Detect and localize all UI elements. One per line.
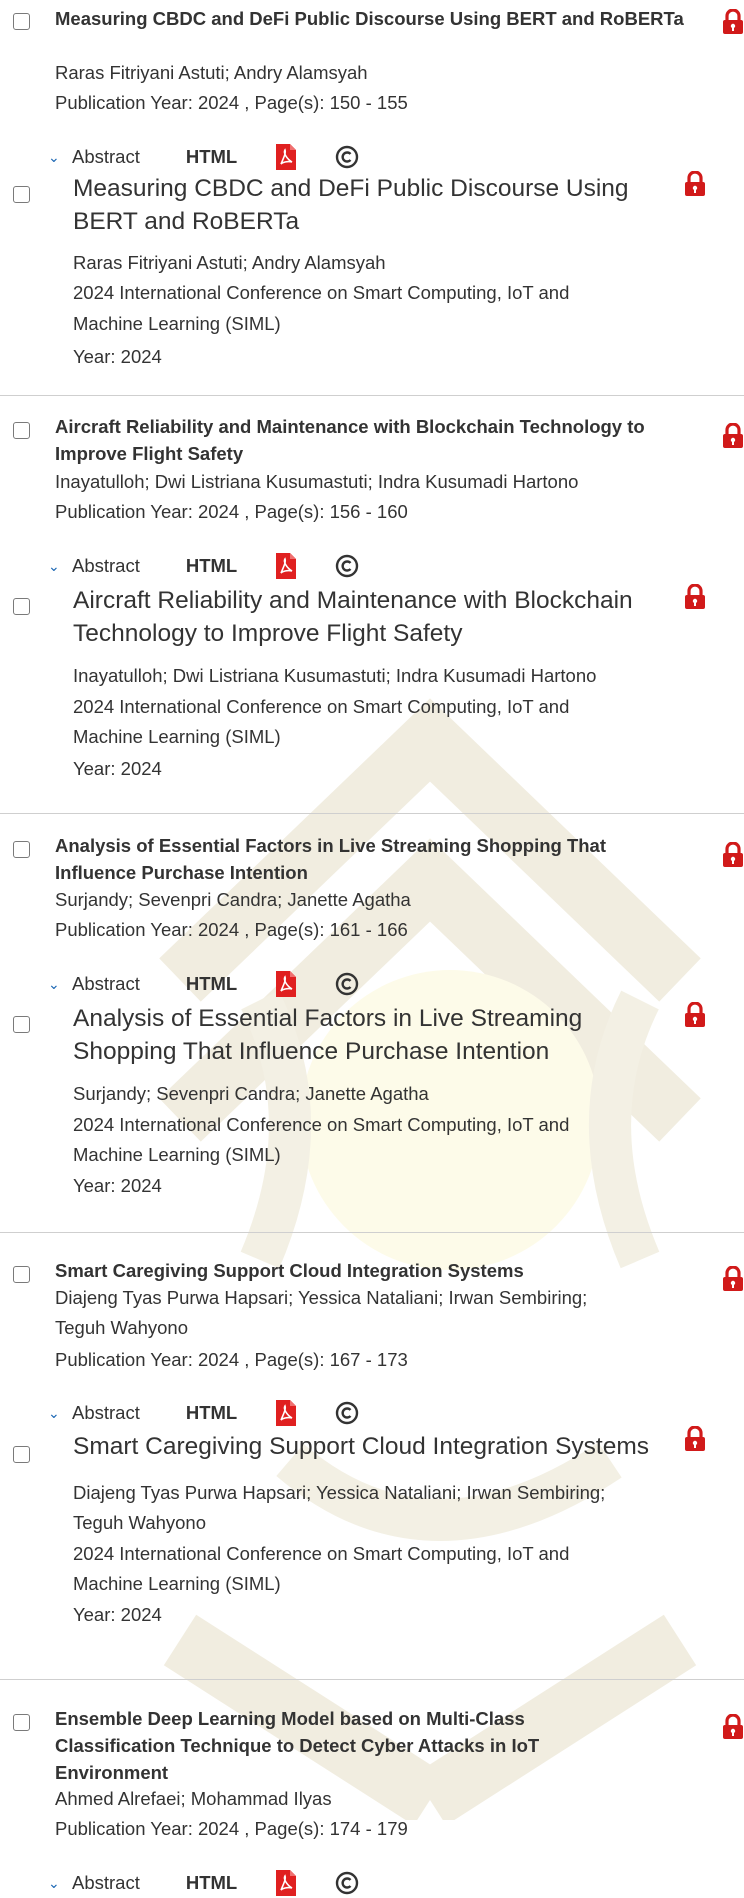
select-checkbox[interactable] xyxy=(13,422,30,439)
conference-name[interactable]: 2024 International Conference on Smart C… xyxy=(73,278,569,308)
result-title-link[interactable]: Analysis of Essential Factors in Live St… xyxy=(55,832,685,886)
result-item: Ensemble Deep Learning Model based on Mu… xyxy=(0,1680,744,1896)
authors-cont[interactable]: Teguh Wahyono xyxy=(55,1313,188,1343)
result-title-link[interactable]: Aircraft Reliability and Maintenance wit… xyxy=(55,413,685,467)
result-item: Smart Caregiving Support Cloud Integrati… xyxy=(0,1233,744,1680)
copyright-icon[interactable] xyxy=(335,972,359,996)
lock-icon xyxy=(685,1426,705,1451)
lock-icon xyxy=(723,423,743,448)
action-bar: ⌄ Abstract HTML xyxy=(48,1398,359,1428)
conference-name[interactable]: 2024 International Conference on Smart C… xyxy=(73,1110,569,1140)
html-link[interactable]: HTML xyxy=(186,555,237,577)
lock-icon xyxy=(723,9,743,34)
year: Year: 2024 xyxy=(73,346,162,367)
result-item: Aircraft Reliability and Maintenance wit… xyxy=(0,396,744,814)
authors[interactable]: Raras Fitriyani Astuti; Andry Alamsyah xyxy=(73,248,386,278)
lock-icon xyxy=(685,584,705,609)
select-checkbox[interactable] xyxy=(13,1714,30,1731)
authors[interactable]: Surjandy; Sevenpri Candra; Janette Agath… xyxy=(73,1079,429,1109)
copyright-icon[interactable] xyxy=(335,145,359,169)
lock-icon xyxy=(685,1002,705,1027)
authors[interactable]: Diajeng Tyas Purwa Hapsari; Yessica Nata… xyxy=(55,1283,587,1313)
chevron-down-icon[interactable]: ⌄ xyxy=(48,1875,64,1892)
result-item: Measuring CBDC and DeFi Public Discourse… xyxy=(0,0,744,396)
conference-name[interactable]: 2024 International Conference on Smart C… xyxy=(73,1539,569,1569)
result-item: Analysis of Essential Factors in Live St… xyxy=(0,814,744,1233)
publication-info: Publication Year: 2024 , Page(s): 156 - … xyxy=(55,501,408,522)
pdf-icon[interactable] xyxy=(275,1869,297,1897)
pdf-icon[interactable] xyxy=(275,970,297,998)
result-title-link[interactable]: Measuring CBDC and DeFi Public Discourse… xyxy=(55,5,685,32)
action-bar: ⌄ Abstract HTML xyxy=(48,1868,359,1898)
conference-name-cont[interactable]: Machine Learning (SIML) xyxy=(73,309,281,339)
abstract-toggle[interactable]: Abstract xyxy=(72,973,140,995)
html-link[interactable]: HTML xyxy=(186,146,237,168)
select-checkbox[interactable] xyxy=(13,1446,30,1463)
result-title-link[interactable]: Smart Caregiving Support Cloud Integrati… xyxy=(55,1257,685,1284)
select-checkbox[interactable] xyxy=(13,841,30,858)
chevron-down-icon[interactable]: ⌄ xyxy=(48,1405,64,1422)
abstract-toggle[interactable]: Abstract xyxy=(72,555,140,577)
authors-cont[interactable]: Teguh Wahyono xyxy=(73,1508,206,1538)
abstract-toggle[interactable]: Abstract xyxy=(72,146,140,168)
authors[interactable]: Surjandy; Sevenpri Candra; Janette Agath… xyxy=(55,885,411,915)
copyright-icon[interactable] xyxy=(335,1871,359,1895)
lock-icon xyxy=(685,171,705,196)
lock-icon xyxy=(723,1714,743,1739)
authors[interactable]: Ahmed Alrefaei; Mohammad Ilyas xyxy=(55,1784,332,1814)
authors[interactable]: Raras Fitriyani Astuti; Andry Alamsyah xyxy=(55,58,368,88)
copyright-icon[interactable] xyxy=(335,554,359,578)
abstract-toggle[interactable]: Abstract xyxy=(72,1402,140,1424)
publication-info: Publication Year: 2024 , Page(s): 161 - … xyxy=(55,919,408,940)
html-link[interactable]: HTML xyxy=(186,1872,237,1894)
chevron-down-icon[interactable]: ⌄ xyxy=(48,976,64,993)
conference-name[interactable]: 2024 International Conference on Smart C… xyxy=(73,692,569,722)
conference-name-cont[interactable]: Machine Learning (SIML) xyxy=(73,1569,281,1599)
html-link[interactable]: HTML xyxy=(186,973,237,995)
pdf-icon[interactable] xyxy=(275,1399,297,1427)
result-title-link[interactable]: Aircraft Reliability and Maintenance wit… xyxy=(73,584,673,650)
html-link[interactable]: HTML xyxy=(186,1402,237,1424)
year: Year: 2024 xyxy=(73,1175,162,1196)
chevron-down-icon[interactable]: ⌄ xyxy=(48,149,64,166)
conference-name-cont[interactable]: Machine Learning (SIML) xyxy=(73,1140,281,1170)
publication-info: Publication Year: 2024 , Page(s): 167 - … xyxy=(55,1349,408,1370)
result-title-link[interactable]: Analysis of Essential Factors in Live St… xyxy=(73,1002,673,1068)
chevron-down-icon[interactable]: ⌄ xyxy=(48,558,64,575)
action-bar: ⌄ Abstract HTML xyxy=(48,969,359,999)
result-title-link[interactable]: Smart Caregiving Support Cloud Integrati… xyxy=(73,1430,713,1463)
authors[interactable]: Diajeng Tyas Purwa Hapsari; Yessica Nata… xyxy=(73,1478,605,1508)
copyright-icon[interactable] xyxy=(335,1401,359,1425)
result-title-link[interactable]: Ensemble Deep Learning Model based on Mu… xyxy=(55,1705,615,1786)
action-bar: ⌄ Abstract HTML xyxy=(48,551,359,581)
authors[interactable]: Inayatulloh; Dwi Listriana Kusumastuti; … xyxy=(55,467,578,497)
pdf-icon[interactable] xyxy=(275,552,297,580)
publication-info: Publication Year: 2024 , Page(s): 174 - … xyxy=(55,1818,408,1839)
lock-icon xyxy=(723,842,743,867)
select-checkbox[interactable] xyxy=(13,1266,30,1283)
select-checkbox[interactable] xyxy=(13,13,30,30)
authors[interactable]: Inayatulloh; Dwi Listriana Kusumastuti; … xyxy=(73,661,596,691)
select-checkbox[interactable] xyxy=(13,598,30,615)
pdf-icon[interactable] xyxy=(275,143,297,171)
publication-info: Publication Year: 2024 , Page(s): 150 - … xyxy=(55,92,408,113)
conference-name-cont[interactable]: Machine Learning (SIML) xyxy=(73,722,281,752)
year: Year: 2024 xyxy=(73,1604,162,1625)
action-bar: ⌄ Abstract HTML xyxy=(48,142,359,172)
abstract-toggle[interactable]: Abstract xyxy=(72,1872,140,1894)
select-checkbox[interactable] xyxy=(13,1016,30,1033)
lock-icon xyxy=(723,1266,743,1291)
year: Year: 2024 xyxy=(73,758,162,779)
result-title-link[interactable]: Measuring CBDC and DeFi Public Discourse… xyxy=(73,172,673,238)
select-checkbox[interactable] xyxy=(13,186,30,203)
